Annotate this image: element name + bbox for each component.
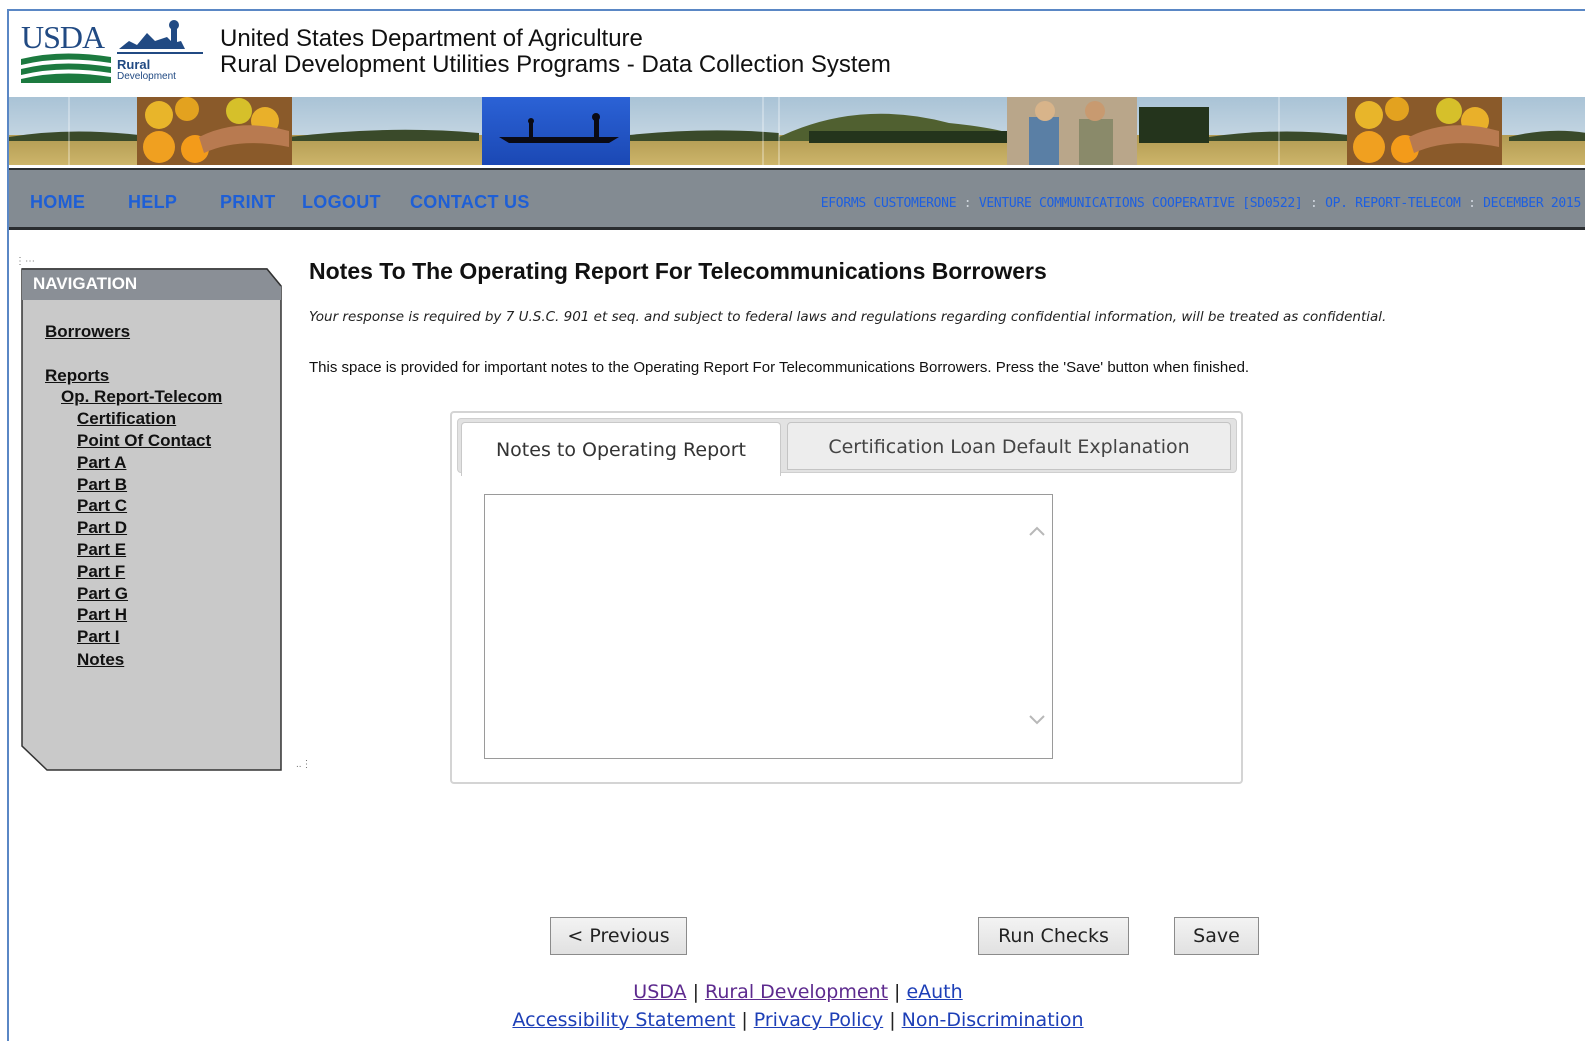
site-header: USDA Rural Development United States Dep… [9,11,1585,97]
footer-rural-development-link[interactable]: Rural Development [705,981,888,1003]
sidebar-item-borrowers[interactable]: Borrowers [45,322,130,342]
context-breadcrumb: EFORMS CUSTOMERONE : VENTURE COMMUNICATI… [820,196,1582,211]
sidebar-item-reports[interactable]: Reports [45,366,109,386]
sidebar-item-notes[interactable]: Notes [77,650,124,670]
logo-rural-text: Rural [117,57,151,72]
breadcrumb-period: DECEMBER 2015 [1483,196,1581,211]
chevron-down-icon[interactable] [1023,710,1052,730]
tab-certification-loan-default[interactable]: Certification Loan Default Explanation [787,422,1231,470]
sidebar-item-part-d[interactable]: Part D [77,518,127,538]
system-title: Rural Development Utilities Programs - D… [220,51,891,78]
usda-rural-development-logo[interactable]: USDA Rural Development [21,19,203,85]
navigation-panel [21,268,282,771]
navigation-title: NAVIGATION [33,274,138,293]
page-title: Notes To The Operating Report For Teleco… [309,258,1047,284]
previous-button[interactable]: < Previous [550,917,687,955]
footer-usda-link[interactable]: USDA [633,981,686,1003]
nav-print-link[interactable]: PRINT [220,192,276,213]
sidebar-item-part-f[interactable]: Part F [77,562,125,582]
breadcrumb-separator: : [1468,196,1476,211]
sidebar-item-part-a[interactable]: Part A [77,453,126,473]
breadcrumb-borrower: VENTURE COMMUNICATIONS COOPERATIVE [SD05… [978,196,1303,211]
tab-notes-to-operating-report[interactable]: Notes to Operating Report [461,422,781,476]
footer-separator: | [692,981,699,1003]
top-nav-bar: HOME HELP PRINT LOGOUT CONTACT US EFORMS… [9,168,1585,230]
footer-eauth-link[interactable]: eAuth [906,981,962,1003]
run-checks-button[interactable]: Run Checks [978,917,1129,955]
footer-links-row1: USDA | Rural Development | eAuth [9,981,1585,1003]
sidebar-item-certification[interactable]: Certification [77,409,176,429]
footer-links-row2: Accessibility Statement | Privacy Policy | N… [9,1009,1585,1031]
sidebar-item-op-report[interactable]: Op. Report-Telecom [61,387,222,407]
panel-resize-handle[interactable]: ⋮⋯ [15,257,35,267]
sidebar-item-part-e[interactable]: Part E [77,540,126,560]
footer-separator: | [889,1009,896,1031]
chevron-up-icon[interactable] [1023,521,1052,541]
logo-development-text: Development [117,71,176,82]
notes-textarea[interactable] [484,494,1053,759]
breadcrumb-separator: : [1310,196,1318,211]
nav-home-link[interactable]: HOME [30,192,85,213]
banner-photos [9,97,1585,165]
page-frame: USDA Rural Development United States Dep… [7,9,1585,1041]
sidebar-item-part-b[interactable]: Part B [77,475,127,495]
nav-logout-link[interactable]: LOGOUT [302,192,381,213]
sidebar-item-part-i[interactable]: Part I [77,627,120,647]
page-description: This space is provided for important not… [309,359,1250,376]
breadcrumb-report: OP. REPORT-TELECOM [1325,196,1461,211]
sidebar-item-point-of-contact[interactable]: Point Of Contact [77,431,211,451]
breadcrumb-user: EFORMS CUSTOMERONE [820,196,957,211]
footer-accessibility-link[interactable]: Accessibility Statement [512,1009,735,1031]
nav-contact-link[interactable]: CONTACT US [410,192,530,213]
sidebar-item-part-h[interactable]: Part H [77,605,127,625]
footer-separator: | [741,1009,748,1031]
footer-separator: | [894,981,901,1003]
splitter-handle[interactable]: ..⋮ [296,759,312,770]
notes-scrollbar[interactable] [1023,495,1052,758]
footer-privacy-link[interactable]: Privacy Policy [754,1009,883,1031]
nav-help-link[interactable]: HELP [128,192,177,213]
sidebar-item-part-c[interactable]: Part C [77,496,127,516]
photo-banner [9,97,1585,165]
agency-title: United States Department of Agriculture [220,25,643,52]
footer-non-discrimination-link[interactable]: Non-Discrimination [902,1009,1084,1031]
breadcrumb-separator: : [963,196,972,211]
save-button[interactable]: Save [1174,917,1259,955]
sidebar-item-part-g[interactable]: Part G [77,584,128,604]
navigation-panel-shape [21,268,282,771]
confidentiality-note: Your response is required by 7 U.S.C. 90… [309,309,1387,325]
